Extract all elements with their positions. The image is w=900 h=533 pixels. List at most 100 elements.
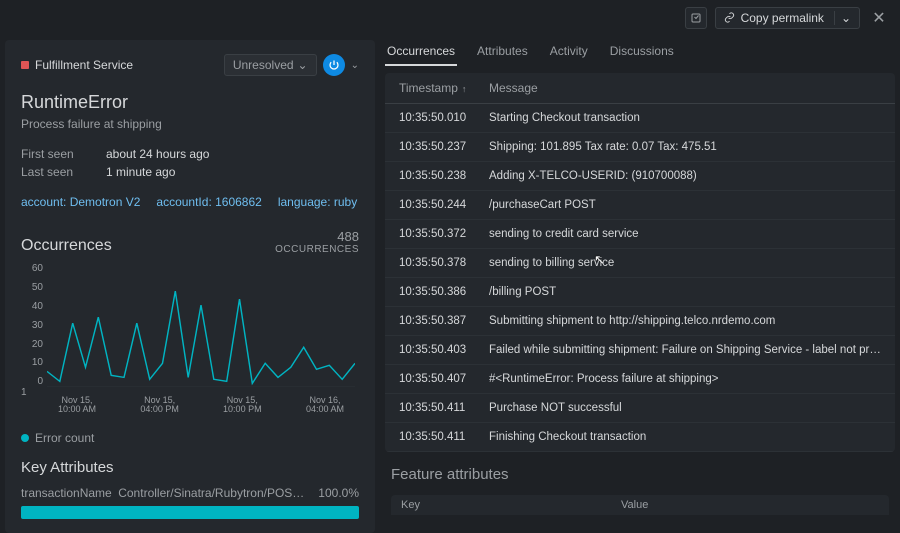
log-header-row: Timestamp↑ Message bbox=[385, 73, 895, 104]
y-tick: 50 bbox=[21, 282, 43, 293]
tag-account[interactable]: account: Demotron V2 bbox=[21, 195, 140, 209]
feature-attributes: Feature attributes Key Value bbox=[385, 466, 895, 515]
log-row[interactable]: 10:35:50.238Adding X-TELCO-USERID: (9107… bbox=[385, 162, 895, 191]
log-cell-timestamp: 10:35:50.244 bbox=[399, 199, 489, 211]
log-cell-timestamp: 10:35:50.238 bbox=[399, 170, 489, 182]
key-attr-pct: 100.0% bbox=[318, 486, 359, 500]
tag-language[interactable]: language: ruby bbox=[278, 195, 357, 209]
top-bar: Copy permalink ⌄ ✕ bbox=[0, 0, 900, 35]
x-tick: Nov 16,04:00 AM bbox=[295, 396, 355, 416]
log-cell-message: /purchaseCart POST bbox=[489, 199, 881, 211]
log-cell-message: #<RuntimeError: Process failure at shipp… bbox=[489, 373, 881, 385]
first-seen-value: about 24 hours ago bbox=[106, 147, 209, 161]
log-cell-timestamp: 10:35:50.407 bbox=[399, 373, 489, 385]
error-title: RuntimeError bbox=[21, 92, 359, 113]
tab-activity[interactable]: Activity bbox=[548, 40, 590, 66]
feature-attributes-title: Feature attributes bbox=[391, 466, 889, 483]
log-cell-message: Adding X-TELCO-USERID: (910700088) bbox=[489, 170, 881, 182]
status-dropdown[interactable]: Unresolved ⌄ bbox=[224, 54, 317, 76]
close-button[interactable]: ✕ bbox=[868, 7, 890, 29]
key-attr-bar[interactable] bbox=[21, 506, 359, 519]
log-cell-message: sending to billing service bbox=[489, 257, 881, 269]
occurrences-title: Occurrences bbox=[21, 237, 112, 255]
log-cell-message: sending to credit card service bbox=[489, 228, 881, 240]
notes-icon[interactable] bbox=[685, 7, 707, 29]
y-tick: 40 bbox=[21, 301, 43, 312]
last-seen-label: Last seen bbox=[21, 165, 76, 179]
log-row[interactable]: 10:35:50.387Submitting shipment to http:… bbox=[385, 307, 895, 336]
log-cell-message: /billing POST bbox=[489, 286, 881, 298]
chart-y-axis: 60 50 40 30 20 10 0 bbox=[21, 263, 43, 387]
y-tick: 20 bbox=[21, 339, 43, 350]
error-subtitle: Process failure at shipping bbox=[21, 117, 359, 131]
log-cell-message: Failed while submitting shipment: Failur… bbox=[489, 344, 881, 356]
left-panel: Fulfillment Service Unresolved ⌄ ⌄ Runti… bbox=[5, 40, 375, 533]
link-icon bbox=[724, 12, 735, 23]
log-cell-message: Finishing Checkout transaction bbox=[489, 431, 881, 443]
key-attr-name: transactionName bbox=[21, 486, 112, 500]
chevron-down-icon[interactable]: ⌄ bbox=[351, 60, 359, 71]
log-cell-timestamp: 10:35:50.387 bbox=[399, 315, 489, 327]
log-row[interactable]: 10:35:50.372sending to credit card servi… bbox=[385, 220, 895, 249]
y-tick: 0 bbox=[21, 376, 43, 387]
chart-plot bbox=[47, 267, 355, 387]
occurrences-chart[interactable]: 6050403020100 Nov 15,10:00 AMNov 15,04:0… bbox=[21, 263, 359, 407]
feature-col-value[interactable]: Value bbox=[621, 499, 879, 511]
log-cell-message: Purchase NOT successful bbox=[489, 402, 881, 414]
status-indicator-icon bbox=[21, 61, 29, 69]
chevron-down-icon[interactable]: ⌄ bbox=[834, 11, 851, 25]
first-seen-label: First seen bbox=[21, 147, 76, 161]
sort-asc-icon: ↑ bbox=[462, 84, 467, 94]
log-col-timestamp[interactable]: Timestamp↑ bbox=[399, 81, 489, 95]
log-row[interactable]: 10:35:50.411Purchase NOT successful bbox=[385, 394, 895, 423]
key-attributes-title: Key Attributes bbox=[21, 459, 359, 476]
tab-attributes[interactable]: Attributes bbox=[475, 40, 530, 66]
chart-legend: Error count bbox=[21, 431, 359, 445]
log-cell-timestamp: 10:35:50.010 bbox=[399, 112, 489, 124]
x-tick: Nov 15,10:00 PM bbox=[212, 396, 272, 416]
log-cell-message: Submitting shipment to http://shipping.t… bbox=[489, 315, 881, 327]
power-button[interactable] bbox=[323, 54, 345, 76]
y-tick: 10 bbox=[21, 357, 43, 368]
tab-occurrences[interactable]: Occurrences bbox=[385, 40, 457, 66]
service-name[interactable]: Fulfillment Service bbox=[21, 58, 133, 72]
last-seen-value: 1 minute ago bbox=[106, 165, 175, 179]
log-row[interactable]: 10:35:50.378sending to billing service bbox=[385, 249, 895, 278]
log-cell-timestamp: 10:35:50.403 bbox=[399, 344, 489, 356]
log-row[interactable]: 10:35:50.407#<RuntimeError: Process fail… bbox=[385, 365, 895, 394]
log-row[interactable]: 10:35:50.010Starting Checkout transactio… bbox=[385, 104, 895, 133]
chart-x-axis: Nov 15,10:00 AMNov 15,04:00 PMNov 15,10:… bbox=[47, 396, 355, 416]
y-tick: 30 bbox=[21, 320, 43, 331]
status-dropdown-label: Unresolved bbox=[233, 58, 294, 72]
feature-col-key[interactable]: Key bbox=[401, 499, 621, 511]
log-cell-timestamp: 10:35:50.411 bbox=[399, 402, 489, 414]
log-table: Timestamp↑ Message 10:35:50.010Starting … bbox=[385, 73, 895, 452]
right-panel: Occurrences Attributes Activity Discussi… bbox=[385, 40, 895, 533]
log-cell-timestamp: 10:35:50.237 bbox=[399, 141, 489, 153]
log-row[interactable]: 10:35:50.403Failed while submitting ship… bbox=[385, 336, 895, 365]
y-tick: 60 bbox=[21, 263, 43, 274]
log-cell-timestamp: 10:35:50.378 bbox=[399, 257, 489, 269]
key-attr-value: Controller/Sinatra/Rubytron/POS… bbox=[118, 486, 304, 500]
chevron-down-icon: ⌄ bbox=[298, 58, 308, 72]
log-cell-timestamp: 10:35:50.411 bbox=[399, 431, 489, 443]
log-row[interactable]: 10:35:50.237Shipping: 101.895 Tax rate: … bbox=[385, 133, 895, 162]
legend-label: Error count bbox=[35, 431, 94, 445]
occurrences-count-label: OCCURRENCES bbox=[275, 244, 359, 255]
copy-permalink-button[interactable]: Copy permalink ⌄ bbox=[715, 7, 860, 29]
service-name-label: Fulfillment Service bbox=[35, 58, 133, 72]
log-cell-message: Shipping: 101.895 Tax rate: 0.07 Tax: 47… bbox=[489, 141, 881, 153]
log-cell-timestamp: 10:35:50.386 bbox=[399, 286, 489, 298]
log-row[interactable]: 10:35:50.386/billing POST bbox=[385, 278, 895, 307]
log-col-message[interactable]: Message bbox=[489, 81, 881, 95]
tag-accountid[interactable]: accountId: 1606862 bbox=[156, 195, 261, 209]
log-cell-timestamp: 10:35:50.372 bbox=[399, 228, 489, 240]
tab-discussions[interactable]: Discussions bbox=[608, 40, 676, 66]
log-cell-message: Starting Checkout transaction bbox=[489, 112, 881, 124]
detail-tabs: Occurrences Attributes Activity Discussi… bbox=[385, 40, 895, 67]
log-row[interactable]: 10:35:50.411Finishing Checkout transacti… bbox=[385, 423, 895, 452]
log-row[interactable]: 10:35:50.244/purchaseCart POST bbox=[385, 191, 895, 220]
copy-permalink-label: Copy permalink bbox=[741, 11, 824, 25]
x-tick: Nov 15,04:00 PM bbox=[130, 396, 190, 416]
feature-attributes-header: Key Value bbox=[391, 495, 889, 515]
